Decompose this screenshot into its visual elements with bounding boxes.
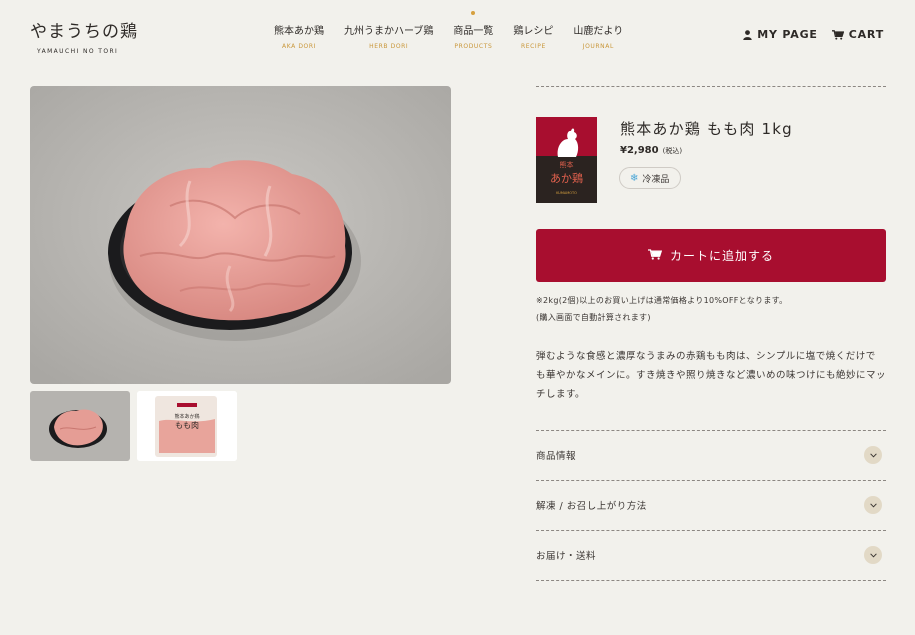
nav-item-label: 山鹿だより [573, 26, 624, 37]
nav-item-aka-dori[interactable]: 熊本あか鶏 AKA DORI [264, 11, 334, 50]
add-to-cart-label: カートに追加する [669, 249, 774, 263]
logo-text-en: YAMAUCHI NO TORI [37, 48, 119, 55]
nav-item-recipe[interactable]: 鶏レシピ RECIPE [503, 11, 563, 50]
nav-item-sublabel: AKA DORI [281, 43, 317, 50]
package-name-line2: あか鶏 [550, 171, 583, 185]
divider [536, 86, 886, 87]
thumbnail-image: 熊本あか鶏 もも肉 [137, 391, 237, 461]
thumbnail-image [30, 391, 130, 461]
chevron-down-icon [864, 546, 882, 564]
product-photo [30, 86, 451, 384]
nav-item-sublabel: RECIPE [520, 43, 546, 50]
accordion-label: 解凍 / お召し上がり方法 [536, 501, 647, 512]
site-logo[interactable]: やまうちの鶏 YAMAUCHI NO TORI [30, 17, 138, 55]
mypage-link[interactable]: MY PAGE [743, 28, 817, 41]
product-thumbnail-photo[interactable] [30, 391, 130, 461]
nav-item-sublabel: HERB DORI [369, 43, 409, 50]
thumbnail-package-text: もも肉 [175, 420, 199, 430]
accordion-delivery[interactable]: お届け・送料 [536, 530, 886, 580]
active-indicator-dot [471, 11, 476, 15]
mypage-label: MY PAGE [757, 28, 818, 41]
product-price: ¥2,980 (税込) [620, 145, 682, 156]
nav-item-label: 商品一覧 [453, 26, 494, 37]
accordion-thawing[interactable]: 解凍 / お召し上がり方法 [536, 480, 886, 530]
product-description: 弾むような食感と濃厚なうまみの赤鶏もも肉は、シンプルに塩で焼くだけで も華やかな… [536, 347, 888, 404]
nav-item-sublabel: PRODUCTS [454, 43, 493, 50]
product-main-image[interactable] [30, 86, 451, 384]
add-to-cart-button[interactable]: カートに追加する [536, 229, 886, 282]
description-line: 弾むような食感と濃厚なうまみの赤鶏もも肉は、シンプルに塩で焼くだけで [536, 351, 876, 362]
nav-item-sublabel: JOURNAL [582, 43, 614, 50]
cart-icon [831, 29, 844, 40]
frozen-badge: ❄ 冷凍品 [619, 167, 682, 189]
chevron-down-icon [864, 446, 882, 464]
price-value: ¥2,980 [620, 145, 659, 156]
nav-item-herb-dori[interactable]: 九州うまかハーブ鶏 HERB DORI [334, 11, 443, 50]
tax-note: (税込) [662, 147, 683, 155]
accordion-product-info[interactable]: 商品情報 [536, 430, 886, 480]
accordion-label: 商品情報 [536, 451, 577, 462]
cart-label: CART [848, 28, 884, 41]
product-title: 熊本あか鶏 もも肉 1kg [620, 120, 793, 138]
chevron-down-icon [864, 496, 882, 514]
user-icon [743, 29, 752, 40]
description-line: チします。 [536, 389, 586, 400]
package-name-line1: 熊本 [560, 160, 574, 169]
cart-link[interactable]: CART [831, 28, 884, 41]
divider [536, 580, 886, 581]
package-sub: KUMAMOTO [556, 191, 577, 195]
snowflake-icon: ❄ [630, 172, 639, 184]
discount-subnote: (購入画面で自動計算されます) [536, 313, 651, 322]
package-graphic: 熊本 あか鶏 KUMAMOTO [536, 117, 597, 203]
nav-item-products[interactable]: 商品一覧 PRODUCTS [443, 11, 503, 50]
header-actions: MY PAGE CART [743, 28, 884, 41]
nav-item-label: 熊本あか鶏 [274, 26, 324, 37]
nav-item-label: 鶏レシピ [513, 26, 554, 37]
logo-text-jp: やまうちの鶏 [30, 22, 138, 42]
thumbnail-package-text: 熊本あか鶏 [174, 413, 199, 420]
product-package-image: 熊本 あか鶏 KUMAMOTO [536, 117, 597, 203]
product-thumbnail-package[interactable]: 熊本あか鶏 もも肉 [137, 391, 237, 461]
nav-item-label: 九州うまかハーブ鶏 [344, 26, 434, 37]
accordion-label: お届け・送料 [536, 551, 597, 562]
cart-icon [647, 248, 663, 263]
nav-item-journal[interactable]: 山鹿だより JOURNAL [563, 11, 633, 50]
badge-label: 冷凍品 [642, 174, 670, 185]
description-line: も華やかなメインに。すき焼きや照り焼きなど濃いめの味つけにも絶妙にマッ [536, 370, 887, 381]
discount-note: ※2kg(2個)以上のお買い上げは通常価格より10%OFFとなります。 [536, 296, 788, 305]
global-nav: 熊本あか鶏 AKA DORI 九州うまかハーブ鶏 HERB DORI 商品一覧 … [264, 11, 633, 50]
